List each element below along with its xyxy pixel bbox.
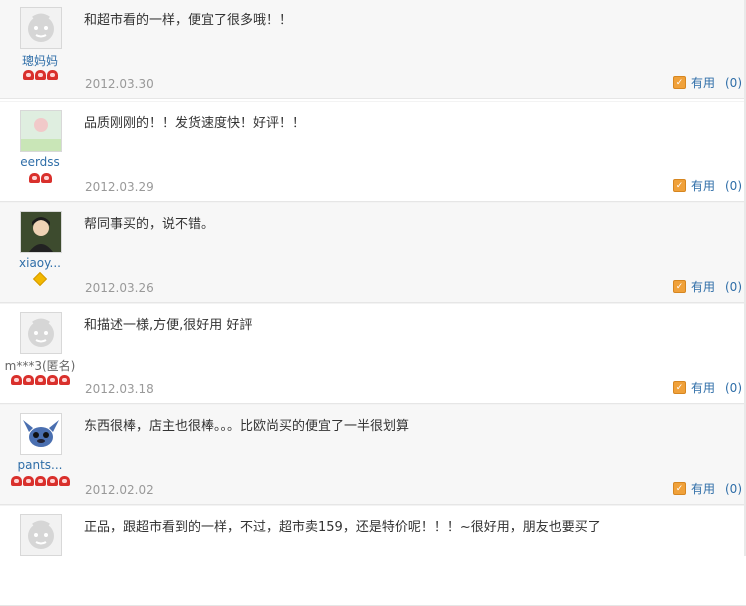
review-text: 正品，跟超市看到的一样，不过，超市卖159，还是特价呢！！！~很好用，朋友也要买… (84, 520, 601, 535)
thumbs-up-icon: ✓ (672, 482, 686, 495)
heart-icon (22, 70, 34, 80)
review-text: 东西很棒，店主也很棒。。。比欧尚买的便宜了一半很划算 (84, 419, 410, 434)
review-item: eerdss 品质刚刚的！！发货速度快！好评！！ 2012.03.29 ✓ 有用… (0, 101, 746, 202)
review-date: 2012.03.30 (85, 77, 154, 91)
useful-label: 有用 (690, 482, 715, 496)
reviewer-name[interactable]: eerdss (0, 155, 80, 169)
useful-button[interactable]: ✓ 有用 (0) (672, 278, 742, 295)
user-rank (0, 375, 80, 387)
useful-button[interactable]: ✓ 有用 (0) (672, 74, 742, 91)
heart-icon (40, 173, 52, 183)
user-rank (0, 476, 80, 488)
review-text: 和描述一様,方便,很好用 好評 (84, 318, 253, 333)
useful-button[interactable]: ✓ 有用 (0) (672, 480, 742, 497)
useful-count: (0) (725, 75, 742, 90)
heart-icon (34, 375, 46, 385)
reviewer-name: m***3(匿名) (4, 359, 76, 373)
review-item: 璁妈妈 和超市看的一样，便宜了很多哦！！ 2012.03.30 ✓ 有用 (0) (0, 0, 746, 99)
default-avatar-icon (21, 8, 61, 48)
user-photo-icon (21, 212, 61, 252)
thumbs-up-icon: ✓ (672, 280, 686, 293)
review-date: 2012.03.29 (85, 180, 154, 194)
thumbs-up-icon: ✓ (672, 381, 686, 394)
avatar[interactable] (20, 514, 62, 556)
useful-count: (0) (725, 178, 742, 193)
thumbs-up-icon: ✓ (672, 76, 686, 89)
useful-label: 有用 (690, 179, 715, 193)
heart-icon (22, 476, 34, 486)
review-item: pants... 东西很棒，店主也很棒。。。比欧尚买的便宜了一半很划算 2012… (0, 404, 746, 505)
avatar[interactable] (20, 211, 62, 253)
heart-icon (34, 70, 46, 80)
review-item: m***3(匿名) 和描述一様,方便,很好用 好評 2012.03.18 ✓ 有… (0, 303, 746, 404)
reviewer-name[interactable]: 璁妈妈 (0, 52, 80, 69)
heart-icon (28, 173, 40, 183)
avatar[interactable] (20, 110, 62, 152)
heart-icon (22, 375, 34, 385)
review-item: xiaoy... 帮同事买的，说不错。 2012.03.26 ✓ 有用 (0) (0, 202, 746, 303)
useful-count: (0) (725, 380, 742, 395)
useful-label: 有用 (690, 381, 715, 395)
review-date: 2012.03.26 (85, 281, 154, 295)
avatar[interactable] (20, 7, 62, 49)
useful-label: 有用 (690, 280, 715, 294)
useful-count: (0) (725, 481, 742, 496)
heart-icon (58, 375, 70, 385)
useful-button[interactable]: ✓ 有用 (0) (672, 177, 742, 194)
default-avatar-icon (21, 313, 61, 353)
avatar[interactable] (20, 413, 62, 455)
heart-icon (10, 375, 22, 385)
user-rank (0, 70, 80, 82)
heart-icon (46, 70, 58, 80)
user-photo-icon (21, 111, 61, 151)
user-rank (0, 173, 80, 185)
reviewer-name[interactable]: xiaoy... (0, 256, 80, 270)
useful-count: (0) (725, 279, 742, 294)
review-text: 帮同事买的，说不错。 (84, 217, 215, 232)
heart-icon (10, 476, 22, 486)
review-text: 和超市看的一样，便宜了很多哦！！ (84, 13, 293, 28)
useful-label: 有用 (690, 76, 715, 90)
diamond-icon (32, 271, 48, 287)
avatar[interactable] (20, 312, 62, 354)
review-list: 璁妈妈 和超市看的一样，便宜了很多哦！！ 2012.03.30 ✓ 有用 (0)… (0, 0, 746, 606)
thumbs-up-icon: ✓ (672, 179, 686, 192)
review-date: 2012.03.18 (85, 382, 154, 396)
heart-icon (46, 375, 58, 385)
heart-icon (46, 476, 58, 486)
stitch-avatar-icon (21, 414, 61, 454)
heart-icon (58, 476, 70, 486)
user-rank (0, 271, 80, 287)
review-date: 2012.02.02 (85, 483, 154, 497)
review-text: 品质刚刚的！！发货速度快！好评！！ (84, 116, 306, 131)
reviewer-name[interactable]: pants... (0, 458, 80, 472)
default-avatar-icon (21, 515, 61, 555)
useful-button[interactable]: ✓ 有用 (0) (672, 379, 742, 396)
heart-icon (34, 476, 46, 486)
